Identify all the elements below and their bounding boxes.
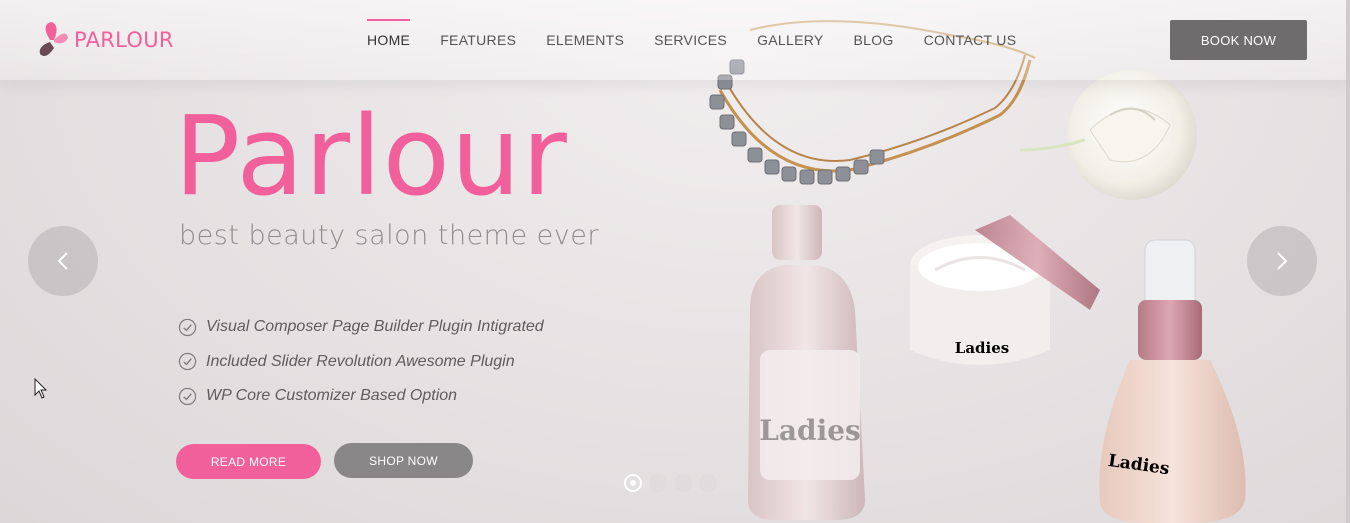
slider-next-button[interactable] (1247, 226, 1317, 296)
feature-text: WP Core Customizer Based Option (206, 387, 458, 405)
hero-subtitle: best beauty salon theme ever (179, 220, 599, 251)
slider-pagination (624, 474, 724, 492)
nav-item-features[interactable]: FEATURES (425, 0, 531, 80)
site-header: PARLOUR HOME FEATURES ELEMENTS SERVICES … (0, 0, 1350, 80)
slider-dot-4[interactable] (699, 474, 717, 492)
nav-item-contact-us[interactable]: CONTACT US (909, 0, 1032, 80)
nav-item-home[interactable]: HOME (352, 0, 425, 80)
logo-text: PARLOUR (74, 28, 174, 52)
feature-item: Included Slider Revolution Awesome Plugi… (178, 345, 544, 380)
feature-list: Visual Composer Page Builder Plugin Inti… (178, 310, 544, 414)
feature-text: Included Slider Revolution Awesome Plugi… (206, 352, 515, 370)
nav-item-gallery[interactable]: GALLERY (742, 0, 838, 80)
nav-item-elements[interactable]: ELEMENTS (531, 0, 639, 80)
mouse-cursor-icon (34, 378, 48, 399)
chevron-left-icon (57, 252, 68, 270)
nav-item-blog[interactable]: BLOG (839, 0, 909, 80)
hero-slider: Ladies Ladies Ladies PARLOUR HOME FEATUR… (0, 0, 1350, 523)
butterfly-logo-icon (39, 22, 68, 56)
site-logo[interactable]: PARLOUR (36, 20, 174, 60)
shop-now-button[interactable]: SHOP NOW (334, 443, 473, 478)
scrollbar[interactable] (1346, 0, 1350, 523)
nav-item-services[interactable]: SERVICES (639, 0, 742, 80)
slider-dot-1[interactable] (624, 474, 642, 492)
check-circle-icon (178, 318, 197, 336)
chevron-right-icon (1277, 252, 1288, 270)
book-now-button[interactable]: BOOK NOW (1170, 20, 1307, 60)
read-more-button[interactable]: READ MORE (176, 444, 321, 479)
svg-text:Ladies: Ladies (759, 414, 861, 447)
slider-prev-button[interactable] (28, 226, 98, 296)
beauty-products-image: Ladies Ladies Ladies (709, 20, 1246, 523)
slider-dot-2[interactable] (649, 474, 667, 492)
feature-item: Visual Composer Page Builder Plugin Inti… (178, 310, 544, 345)
slider-dot-3[interactable] (674, 474, 692, 492)
hero-title: Parlour (174, 92, 568, 220)
main-nav: HOME FEATURES ELEMENTS SERVICES GALLERY … (352, 0, 1031, 80)
check-circle-icon (178, 353, 197, 371)
feature-item: WP Core Customizer Based Option (178, 379, 544, 414)
feature-text: Visual Composer Page Builder Plugin Inti… (206, 318, 544, 336)
check-circle-icon (178, 387, 197, 405)
svg-text:Ladies: Ladies (955, 339, 1009, 357)
